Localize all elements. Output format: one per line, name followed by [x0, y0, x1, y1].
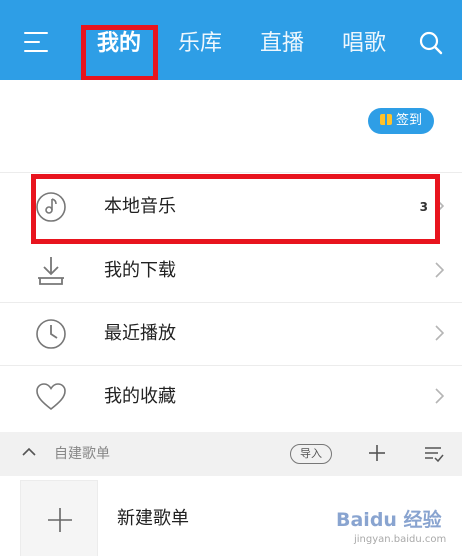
menu-item-label: 本地音乐	[104, 196, 176, 217]
chevron-right-icon	[435, 325, 444, 341]
section-title: 自建歌单	[54, 446, 110, 462]
playlist-section-header: 自建歌单 导入	[0, 432, 462, 476]
menu-item-local-music[interactable]: 本地音乐 3	[0, 176, 462, 238]
menu-item-label: 我的收藏	[104, 386, 176, 407]
status-bar	[0, 0, 462, 8]
heart-icon	[36, 383, 66, 411]
plus-icon[interactable]	[368, 444, 386, 462]
divider	[0, 172, 462, 173]
disc-music-icon	[36, 192, 66, 222]
import-button[interactable]: 导入	[290, 444, 332, 464]
search-icon[interactable]	[418, 30, 444, 56]
tab-live[interactable]: 直播	[260, 30, 304, 58]
chevron-up-icon[interactable]	[22, 447, 36, 457]
app-screen: 我的 乐库 直播 唱歌 签到 本地音乐 3 我的下载 最近播放 我的收藏 自建歌…	[0, 0, 462, 556]
menu-item-downloads[interactable]: 我的下载	[0, 240, 462, 302]
tab-music-library[interactable]: 乐库	[178, 30, 222, 58]
new-playlist-label: 新建歌单	[117, 508, 189, 529]
chevron-right-icon	[435, 262, 444, 278]
menu-item-favorites[interactable]: 我的收藏	[0, 366, 462, 428]
hamburger-menu-icon[interactable]	[24, 32, 48, 54]
menu-item-recently-played[interactable]: 最近播放	[0, 303, 462, 365]
menu-item-label: 我的下载	[104, 260, 176, 281]
chevron-right-icon	[435, 198, 444, 214]
menu-item-label: 最近播放	[104, 323, 176, 344]
profile-header: 签到	[0, 80, 462, 170]
new-playlist-row[interactable]: 新建歌单	[0, 476, 462, 556]
local-music-count: 3	[419, 200, 428, 214]
checkin-label: 签到	[395, 113, 422, 128]
download-icon	[38, 257, 64, 285]
clock-icon	[36, 319, 66, 349]
tab-sing[interactable]: 唱歌	[342, 30, 386, 58]
tab-mine[interactable]: 我的	[97, 30, 141, 58]
plus-icon	[48, 508, 72, 532]
manage-list-icon[interactable]	[424, 445, 444, 463]
chevron-right-icon	[435, 388, 444, 404]
new-playlist-thumbnail	[20, 480, 98, 556]
checkin-button[interactable]: 签到	[368, 108, 434, 134]
gift-icon	[379, 112, 392, 125]
top-navigation-bar: 我的 乐库 直播 唱歌	[0, 8, 462, 81]
